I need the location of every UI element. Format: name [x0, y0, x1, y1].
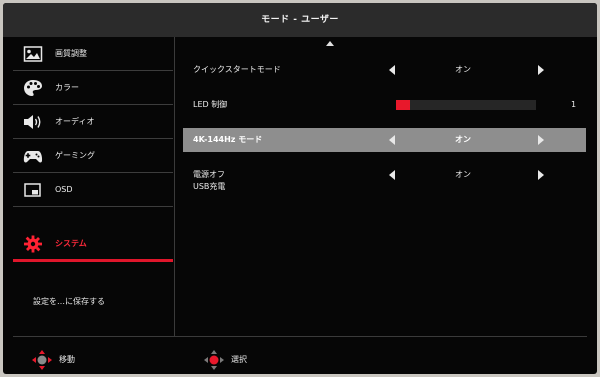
footer-move: 移動	[31, 349, 111, 371]
quick-start-mode-label: クイックスタートモード	[193, 65, 281, 74]
footer-select: 選択	[203, 349, 283, 371]
sidebar-item-osd[interactable]: OSD	[13, 173, 173, 207]
footer-divider	[13, 336, 587, 337]
save-settings-link[interactable]: 設定を…に保存する	[33, 296, 105, 307]
sidebar-item-label: カラー	[55, 83, 79, 92]
led-slider-fill	[396, 100, 410, 110]
dpad-select-icon	[203, 349, 225, 374]
picture-icon	[23, 45, 43, 63]
sidebar-item-label: システム	[55, 239, 87, 248]
4k-144hz-mode-row[interactable]: 4K-144Hz モード オン	[183, 128, 586, 152]
scroll-up-icon[interactable]	[326, 41, 334, 46]
4k-144hz-mode-label: 4K-144Hz モード	[193, 135, 263, 144]
arrow-right-icon[interactable]	[538, 65, 544, 75]
sidebar-item-label: オーディオ	[55, 117, 95, 126]
osd-screen: モード - ユーザー 画質調整 カラー オーディオ ゲーミング OSD システム…	[3, 3, 597, 374]
sidebar-item-label: OSD	[55, 185, 73, 194]
arrow-right-icon[interactable]	[538, 170, 544, 180]
sidebar-item-label: ゲーミング	[55, 151, 95, 160]
speaker-icon	[23, 113, 43, 131]
quick-start-mode-row[interactable]: クイックスタートモード オン	[183, 58, 586, 82]
arrow-left-icon[interactable]	[389, 135, 395, 145]
sidebar-item-label: 画質調整	[55, 49, 87, 58]
arrow-left-icon[interactable]	[389, 170, 395, 180]
sidebar-item-picture[interactable]: 画質調整	[13, 37, 173, 71]
power-off-usb-row[interactable]: 電源オフ オン	[183, 163, 586, 187]
palette-icon	[23, 79, 43, 97]
led-value: 1	[571, 100, 577, 109]
sidebar-item-audio[interactable]: オーディオ	[13, 105, 173, 139]
arrow-left-icon[interactable]	[389, 65, 395, 75]
quick-start-mode-value: オン	[455, 65, 471, 74]
footer-move-label: 移動	[59, 355, 75, 364]
sidebar-divider	[174, 37, 175, 337]
4k-144hz-mode-value: オン	[455, 135, 471, 144]
gamepad-icon	[23, 147, 43, 165]
arrow-right-icon[interactable]	[538, 135, 544, 145]
sidebar-item-system[interactable]: システム	[13, 227, 173, 262]
sidebar-item-gaming[interactable]: ゲーミング	[13, 139, 173, 173]
led-control-label: LED 制御	[193, 100, 228, 109]
osd-window-icon	[23, 181, 43, 199]
usb-charge-label: USB充電	[193, 182, 226, 191]
power-off-usb-value: オン	[455, 170, 471, 179]
dpad-move-icon	[31, 349, 53, 374]
led-control-row[interactable]: LED 制御 1	[183, 93, 586, 117]
page-title: モード - ユーザー	[261, 15, 339, 25]
led-slider[interactable]	[396, 100, 536, 110]
title-bar: モード - ユーザー	[3, 3, 597, 37]
gear-icon	[23, 235, 43, 253]
footer-select-label: 選択	[231, 355, 247, 364]
sidebar-item-color[interactable]: カラー	[13, 71, 173, 105]
